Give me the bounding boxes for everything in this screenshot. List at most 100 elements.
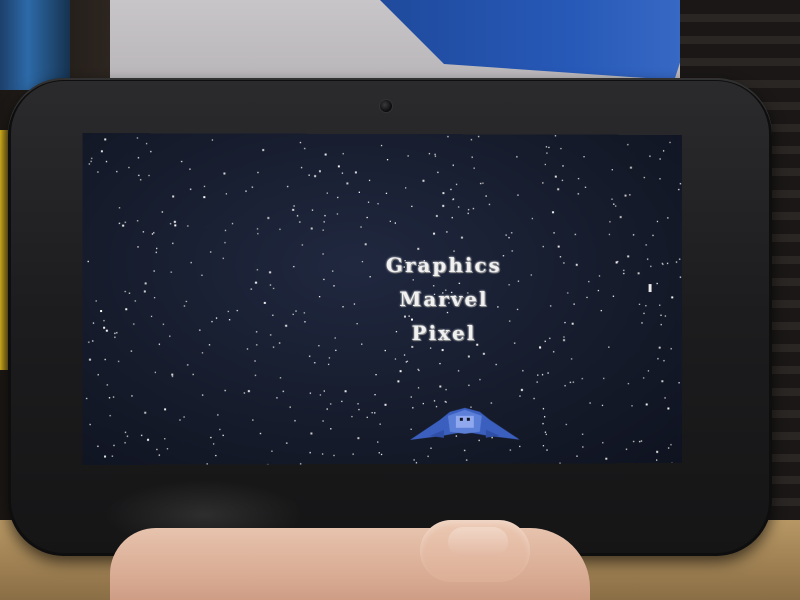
star bbox=[407, 155, 408, 156]
star bbox=[154, 270, 155, 271]
star bbox=[491, 402, 492, 403]
star bbox=[202, 394, 203, 395]
star bbox=[366, 217, 367, 218]
star bbox=[304, 321, 305, 322]
star bbox=[374, 412, 375, 413]
star bbox=[543, 408, 544, 409]
star bbox=[553, 351, 554, 352]
star bbox=[144, 412, 146, 414]
star bbox=[576, 456, 577, 457]
star bbox=[555, 176, 557, 178]
star bbox=[310, 452, 311, 453]
star bbox=[572, 323, 574, 325]
star bbox=[659, 158, 660, 159]
star bbox=[582, 378, 583, 379]
star bbox=[543, 445, 544, 446]
star bbox=[279, 342, 280, 343]
star bbox=[667, 407, 669, 409]
thumb-nail bbox=[448, 527, 508, 557]
star bbox=[505, 234, 506, 235]
title-line-marvel[interactable]: Marvel bbox=[344, 282, 544, 316]
star bbox=[676, 262, 677, 263]
star bbox=[582, 446, 583, 447]
star bbox=[199, 330, 200, 331]
star bbox=[560, 148, 561, 149]
star bbox=[578, 178, 579, 179]
star bbox=[453, 198, 454, 199]
star bbox=[255, 282, 257, 284]
star bbox=[183, 416, 184, 417]
star bbox=[537, 381, 538, 382]
star bbox=[203, 196, 205, 198]
star bbox=[255, 375, 256, 376]
title-line-pixel[interactable]: Pixel bbox=[344, 316, 544, 350]
star bbox=[659, 178, 660, 179]
star bbox=[346, 182, 348, 184]
star bbox=[103, 327, 105, 329]
star bbox=[181, 161, 182, 162]
star bbox=[586, 297, 587, 298]
star bbox=[367, 417, 368, 418]
star bbox=[187, 225, 188, 226]
star bbox=[101, 150, 103, 152]
star bbox=[544, 416, 545, 417]
star bbox=[114, 333, 115, 334]
star bbox=[471, 139, 472, 140]
star bbox=[287, 186, 288, 187]
star bbox=[437, 172, 438, 173]
star bbox=[400, 370, 402, 372]
star bbox=[468, 356, 470, 358]
star bbox=[156, 252, 157, 253]
star bbox=[489, 204, 490, 205]
star bbox=[186, 301, 187, 302]
star bbox=[625, 195, 627, 197]
star bbox=[89, 163, 90, 164]
star bbox=[297, 215, 298, 216]
star bbox=[650, 266, 651, 267]
star bbox=[330, 403, 331, 404]
star bbox=[337, 197, 338, 198]
star bbox=[162, 211, 163, 212]
star bbox=[641, 440, 642, 441]
star bbox=[225, 230, 226, 231]
star bbox=[663, 150, 664, 151]
star bbox=[98, 374, 99, 375]
star bbox=[661, 324, 662, 325]
star bbox=[652, 235, 653, 236]
star bbox=[479, 379, 480, 380]
star bbox=[404, 354, 405, 355]
star bbox=[386, 193, 387, 194]
star bbox=[247, 348, 248, 349]
star bbox=[152, 233, 153, 234]
star bbox=[380, 424, 381, 425]
star bbox=[546, 449, 547, 450]
star bbox=[335, 350, 336, 351]
star bbox=[608, 346, 609, 347]
star bbox=[371, 412, 372, 413]
star bbox=[434, 400, 435, 401]
star bbox=[602, 442, 603, 443]
star bbox=[605, 458, 607, 460]
star bbox=[573, 303, 574, 304]
star bbox=[285, 325, 287, 327]
star bbox=[453, 165, 454, 166]
star bbox=[345, 390, 347, 392]
star bbox=[333, 285, 334, 286]
background-books-top bbox=[0, 0, 70, 90]
star bbox=[456, 184, 457, 185]
star bbox=[381, 145, 382, 146]
star bbox=[627, 144, 628, 145]
star bbox=[212, 139, 213, 140]
star bbox=[663, 360, 664, 361]
tablet-screen[interactable]: Graphics Marvel Pixel bbox=[82, 133, 682, 465]
star bbox=[482, 183, 483, 184]
title-line-graphics[interactable]: Graphics bbox=[344, 248, 544, 282]
star bbox=[589, 402, 590, 403]
star bbox=[213, 443, 214, 444]
star bbox=[138, 175, 139, 176]
star bbox=[112, 456, 113, 457]
star bbox=[140, 179, 141, 180]
star bbox=[668, 447, 669, 448]
star bbox=[103, 320, 104, 321]
star bbox=[90, 161, 91, 162]
